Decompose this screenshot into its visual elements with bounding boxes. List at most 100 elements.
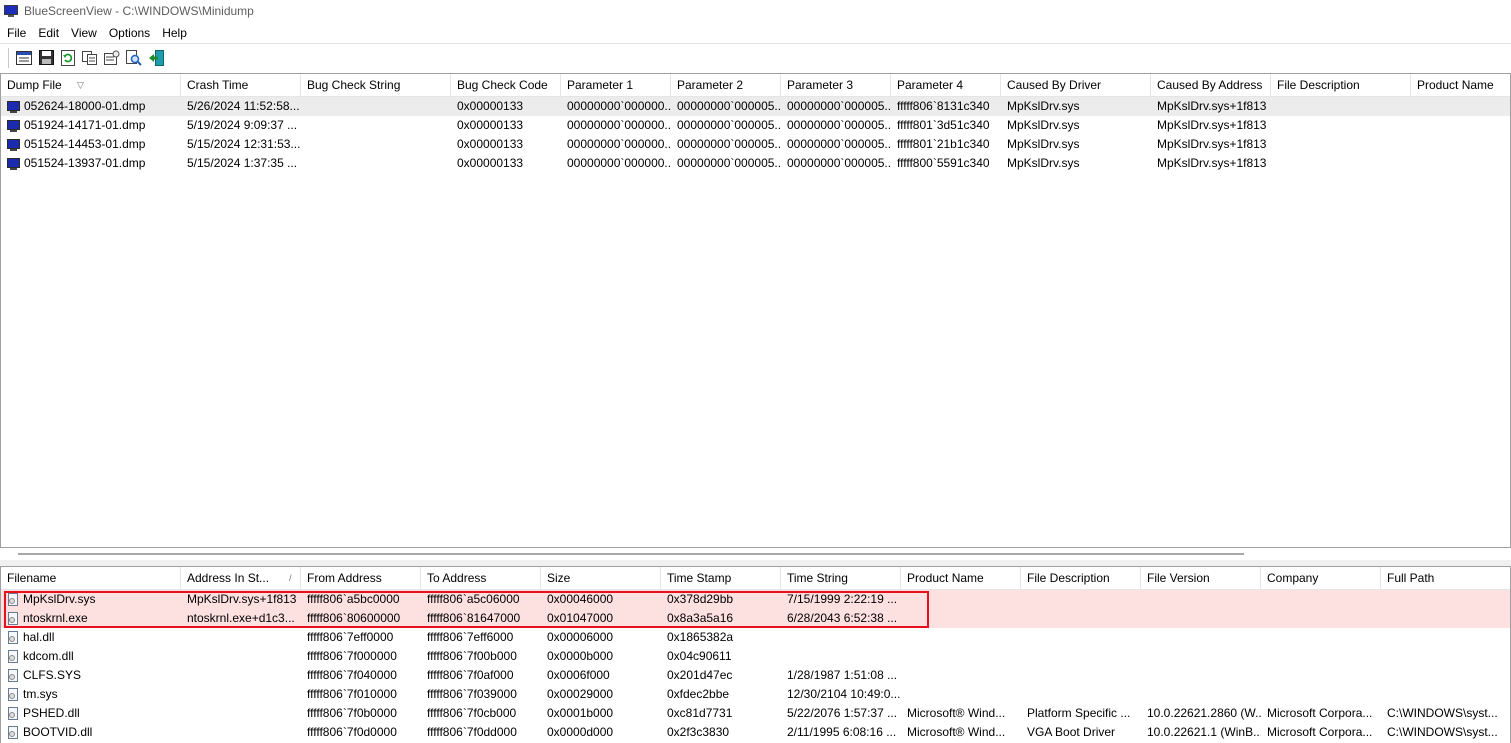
- driver-file-icon: [7, 669, 19, 682]
- column-size[interactable]: Size: [541, 567, 661, 589]
- scrollbar-thumb[interactable]: [18, 553, 1244, 555]
- cell-company: Microsoft Corpora...: [1267, 706, 1373, 720]
- column-time-string[interactable]: Time String: [781, 567, 901, 589]
- column-product-name[interactable]: Product Name: [1411, 74, 1510, 96]
- column-company[interactable]: Company: [1261, 567, 1381, 589]
- menu-view[interactable]: View: [65, 26, 103, 40]
- cell-file-description: [1271, 116, 1411, 135]
- menu-file[interactable]: File: [0, 26, 32, 40]
- cell-from-address: fffff806`7f040000: [307, 668, 397, 682]
- module-row[interactable]: PSHED.dll fffff806`7f0b0000 fffff806`7f0cb…: [1, 704, 1510, 723]
- module-row[interactable]: CLFS.SYS fffff806`7f040000 fffff806`7f0af0…: [1, 666, 1510, 685]
- cell-to-address: fffff806`a5c06000: [427, 592, 520, 606]
- column-caused-by-address[interactable]: Caused By Address: [1151, 74, 1271, 96]
- column-to-address[interactable]: To Address: [421, 567, 541, 589]
- module-row[interactable]: hal.dll fffff806`7eff0000 fffff806`7eff600…: [1, 628, 1510, 647]
- menu-help[interactable]: Help: [156, 26, 193, 40]
- find-button[interactable]: [123, 47, 145, 69]
- cell-company: [1261, 647, 1381, 666]
- html-report-button[interactable]: [13, 47, 35, 69]
- exit-button[interactable]: [145, 47, 167, 69]
- column-parameter-4[interactable]: Parameter 4: [891, 74, 1001, 96]
- copy-button[interactable]: [79, 47, 101, 69]
- cell-crash-time: 5/19/2024 9:09:37 ...: [187, 118, 298, 132]
- cell-from-address: fffff806`7f010000: [307, 687, 397, 701]
- column-crash-time[interactable]: Crash Time: [181, 74, 301, 96]
- cell-file-version: [1141, 628, 1261, 647]
- cell-product-name: [1411, 97, 1510, 116]
- cell-parameter-3: 00000000`000005...: [787, 137, 891, 151]
- column-product-name[interactable]: Product Name: [901, 567, 1021, 589]
- menu-bar: File Edit View Options Help: [0, 22, 1511, 43]
- cell-time-stamp: 0xfdec2bbe: [667, 687, 730, 701]
- cell-from-address: fffff806`7eff0000: [307, 630, 394, 644]
- column-bug-check-string[interactable]: Bug Check String: [301, 74, 451, 96]
- cell-address-in-st: MpKslDrv.sys+1f813: [187, 592, 297, 606]
- refresh-button[interactable]: [57, 47, 79, 69]
- column-dump-file[interactable]: Dump File ▽: [1, 74, 181, 96]
- cell-parameter-3: 00000000`000005...: [787, 99, 891, 113]
- cell-size: 0x0001b000: [547, 706, 614, 720]
- dump-row[interactable]: 051924-14171-01.dmp 5/19/2024 9:09:37 ...…: [1, 116, 1510, 135]
- cell-parameter-4: fffff806`8131c340: [897, 99, 990, 113]
- dump-list[interactable]: Dump File ▽ Crash Time Bug Check String B…: [0, 73, 1511, 548]
- column-filename[interactable]: Filename: [1, 567, 181, 589]
- column-bug-check-code[interactable]: Bug Check Code: [451, 74, 561, 96]
- cell-from-address: fffff806`7f0b0000: [307, 706, 397, 720]
- column-parameter-3[interactable]: Parameter 3: [781, 74, 891, 96]
- cell-time-string: [781, 628, 901, 647]
- window-title: BlueScreenView - C:\WINDOWS\Minidump: [24, 4, 254, 18]
- cell-dump-file: 052624-18000-01.dmp: [1, 97, 181, 116]
- cell-to-address: fffff806`7f0dd000: [427, 725, 517, 739]
- toolbar-separator: [8, 47, 9, 68]
- save-button[interactable]: [35, 47, 57, 69]
- module-list[interactable]: Filename Address In St... / From Address …: [0, 566, 1511, 743]
- cell-bug-check-string: [301, 116, 451, 135]
- dump-row[interactable]: 052624-18000-01.dmp 5/26/2024 11:52:58...…: [1, 97, 1510, 116]
- column-time-stamp[interactable]: Time Stamp: [661, 567, 781, 589]
- column-caused-by-driver[interactable]: Caused By Driver: [1001, 74, 1151, 96]
- column-from-address[interactable]: From Address: [301, 567, 421, 589]
- cell-caused-by-driver: MpKslDrv.sys: [1007, 99, 1080, 113]
- module-row[interactable]: BOOTVID.dll fffff806`7f0d0000 fffff806`7f0…: [1, 723, 1510, 742]
- module-row[interactable]: tm.sys fffff806`7f010000 fffff806`7f039000…: [1, 685, 1510, 704]
- cell-to-address: fffff806`7eff6000: [427, 630, 514, 644]
- cell-size: 0x0000d000: [547, 725, 614, 739]
- cell-full-path: [1381, 590, 1510, 609]
- driver-file-icon: [7, 650, 19, 663]
- cell-full-path: [1381, 609, 1510, 628]
- cell-file-version: [1141, 685, 1261, 704]
- module-rows: MpKslDrv.sys MpKslDrv.sys+1f813 fffff806`a…: [1, 590, 1510, 742]
- column-parameter-1[interactable]: Parameter 1: [561, 74, 671, 96]
- cell-file-version: [1141, 647, 1261, 666]
- module-row[interactable]: ntoskrnl.exe ntoskrnl.exe+d1c3... fffff806…: [1, 609, 1510, 628]
- cell-filename: ntoskrnl.exe: [1, 609, 181, 628]
- column-parameter-2[interactable]: Parameter 2: [671, 74, 781, 96]
- module-row[interactable]: kdcom.dll fffff806`7f000000 fffff806`7f00b…: [1, 647, 1510, 666]
- column-full-path[interactable]: Full Path: [1381, 567, 1510, 589]
- title-bar: BlueScreenView - C:\WINDOWS\Minidump: [0, 0, 1511, 22]
- menu-options[interactable]: Options: [103, 26, 156, 40]
- horizontal-scrollbar[interactable]: [0, 548, 1511, 560]
- cell-file-description: [1271, 135, 1411, 154]
- column-file-description[interactable]: File Description: [1021, 567, 1141, 589]
- dump-row[interactable]: 051524-13937-01.dmp 5/15/2024 1:37:35 ...…: [1, 154, 1510, 173]
- cell-parameter-4: fffff801`21b1c340: [897, 137, 990, 151]
- cell-address-in-st: [181, 685, 301, 704]
- cell-bug-check-string: [301, 154, 451, 173]
- cell-time-string: 1/28/1987 1:51:08 ...: [787, 668, 898, 682]
- cell-file-description: VGA Boot Driver: [1027, 725, 1116, 739]
- cell-caused-by-address: MpKslDrv.sys+1f813: [1157, 137, 1267, 151]
- cell-time-stamp: 0x378d29bb: [667, 592, 734, 606]
- cell-bug-check-string: [301, 135, 451, 154]
- properties-button[interactable]: [101, 47, 123, 69]
- properties-icon: [104, 50, 120, 65]
- cell-file-description: [1021, 590, 1141, 609]
- menu-edit[interactable]: Edit: [32, 26, 65, 40]
- dump-row[interactable]: 051524-14453-01.dmp 5/15/2024 12:31:53...…: [1, 135, 1510, 154]
- module-row[interactable]: MpKslDrv.sys MpKslDrv.sys+1f813 fffff806`a…: [1, 590, 1510, 609]
- column-file-version[interactable]: File Version: [1141, 567, 1261, 589]
- column-file-description[interactable]: File Description: [1271, 74, 1411, 96]
- cell-filename: BOOTVID.dll: [1, 723, 181, 742]
- column-address-in-stack[interactable]: Address In St... /: [181, 567, 301, 589]
